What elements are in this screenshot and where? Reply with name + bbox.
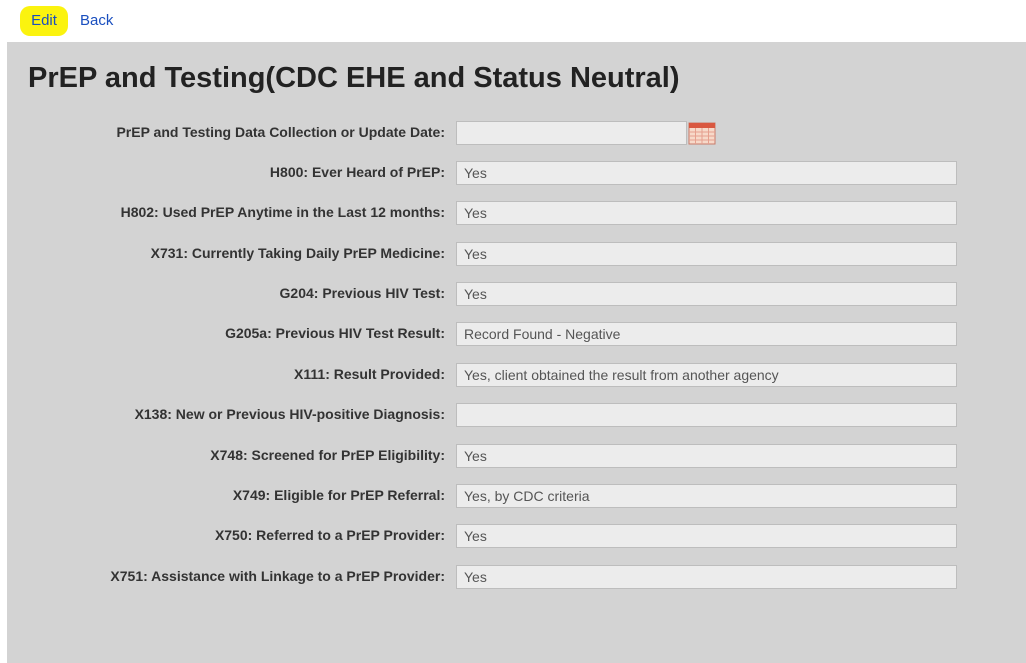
form-panel: PrEP and Testing(CDC EHE and Status Neut… xyxy=(7,42,1026,663)
top-toolbar: Edit Back xyxy=(0,0,1026,40)
field-label: G204: Previous HIV Test: xyxy=(279,285,445,301)
x749-field[interactable]: Yes, by CDC criteria xyxy=(456,484,957,508)
field-label: H800: Ever Heard of PrEP: xyxy=(269,164,445,180)
field-label: X751: Assistance with Linkage to a PrEP … xyxy=(110,568,445,584)
field-row-update-date: PrEP and Testing Data Collection or Upda… xyxy=(7,121,1007,145)
field-row-x751: X751: Assistance with Linkage to a PrEP … xyxy=(7,565,1007,589)
back-link[interactable]: Back xyxy=(80,12,113,29)
field-row-x111: X111: Result Provided: Yes, client obtai… xyxy=(7,363,1007,387)
x111-field[interactable]: Yes, client obtained the result from ano… xyxy=(456,363,957,387)
h800-field[interactable]: Yes xyxy=(456,161,957,185)
field-row-x750: X750: Referred to a PrEP Provider: Yes xyxy=(7,524,1007,548)
x138-field[interactable] xyxy=(456,403,957,427)
field-label: X748: Screened for PrEP Eligibility: xyxy=(210,447,445,463)
x751-field[interactable]: Yes xyxy=(456,565,957,589)
field-row-h802: H802: Used PrEP Anytime in the Last 12 m… xyxy=(7,201,1007,225)
field-label: PrEP and Testing Data Collection or Upda… xyxy=(116,124,445,140)
field-row-x138: X138: New or Previous HIV-positive Diagn… xyxy=(7,403,1007,427)
field-row-h800: H800: Ever Heard of PrEP: Yes xyxy=(7,161,1007,185)
x750-field[interactable]: Yes xyxy=(456,524,957,548)
h802-field[interactable]: Yes xyxy=(456,201,957,225)
g204-field[interactable]: Yes xyxy=(456,282,957,306)
g205a-field[interactable]: Record Found - Negative xyxy=(456,322,957,346)
field-row-x748: X748: Screened for PrEP Eligibility: Yes xyxy=(7,444,1007,468)
page-title: PrEP and Testing(CDC EHE and Status Neut… xyxy=(28,62,680,94)
field-label: H802: Used PrEP Anytime in the Last 12 m… xyxy=(120,204,445,220)
field-label: X749: Eligible for PrEP Referral: xyxy=(232,487,445,503)
calendar-icon[interactable] xyxy=(688,121,716,145)
field-label: X731: Currently Taking Daily PrEP Medici… xyxy=(150,245,445,261)
field-row-x731: X731: Currently Taking Daily PrEP Medici… xyxy=(7,242,1007,266)
field-label: X750: Referred to a PrEP Provider: xyxy=(214,527,445,543)
edit-link[interactable]: Edit xyxy=(20,6,68,36)
update-date-field[interactable] xyxy=(456,121,687,145)
field-label: G205a: Previous HIV Test Result: xyxy=(225,325,445,341)
field-row-g205a: G205a: Previous HIV Test Result: Record … xyxy=(7,322,1007,346)
field-row-x749: X749: Eligible for PrEP Referral: Yes, b… xyxy=(7,484,1007,508)
field-label: X138: New or Previous HIV-positive Diagn… xyxy=(134,406,445,422)
x748-field[interactable]: Yes xyxy=(456,444,957,468)
field-label: X111: Result Provided: xyxy=(294,366,445,382)
field-row-g204: G204: Previous HIV Test: Yes xyxy=(7,282,1007,306)
x731-field[interactable]: Yes xyxy=(456,242,957,266)
